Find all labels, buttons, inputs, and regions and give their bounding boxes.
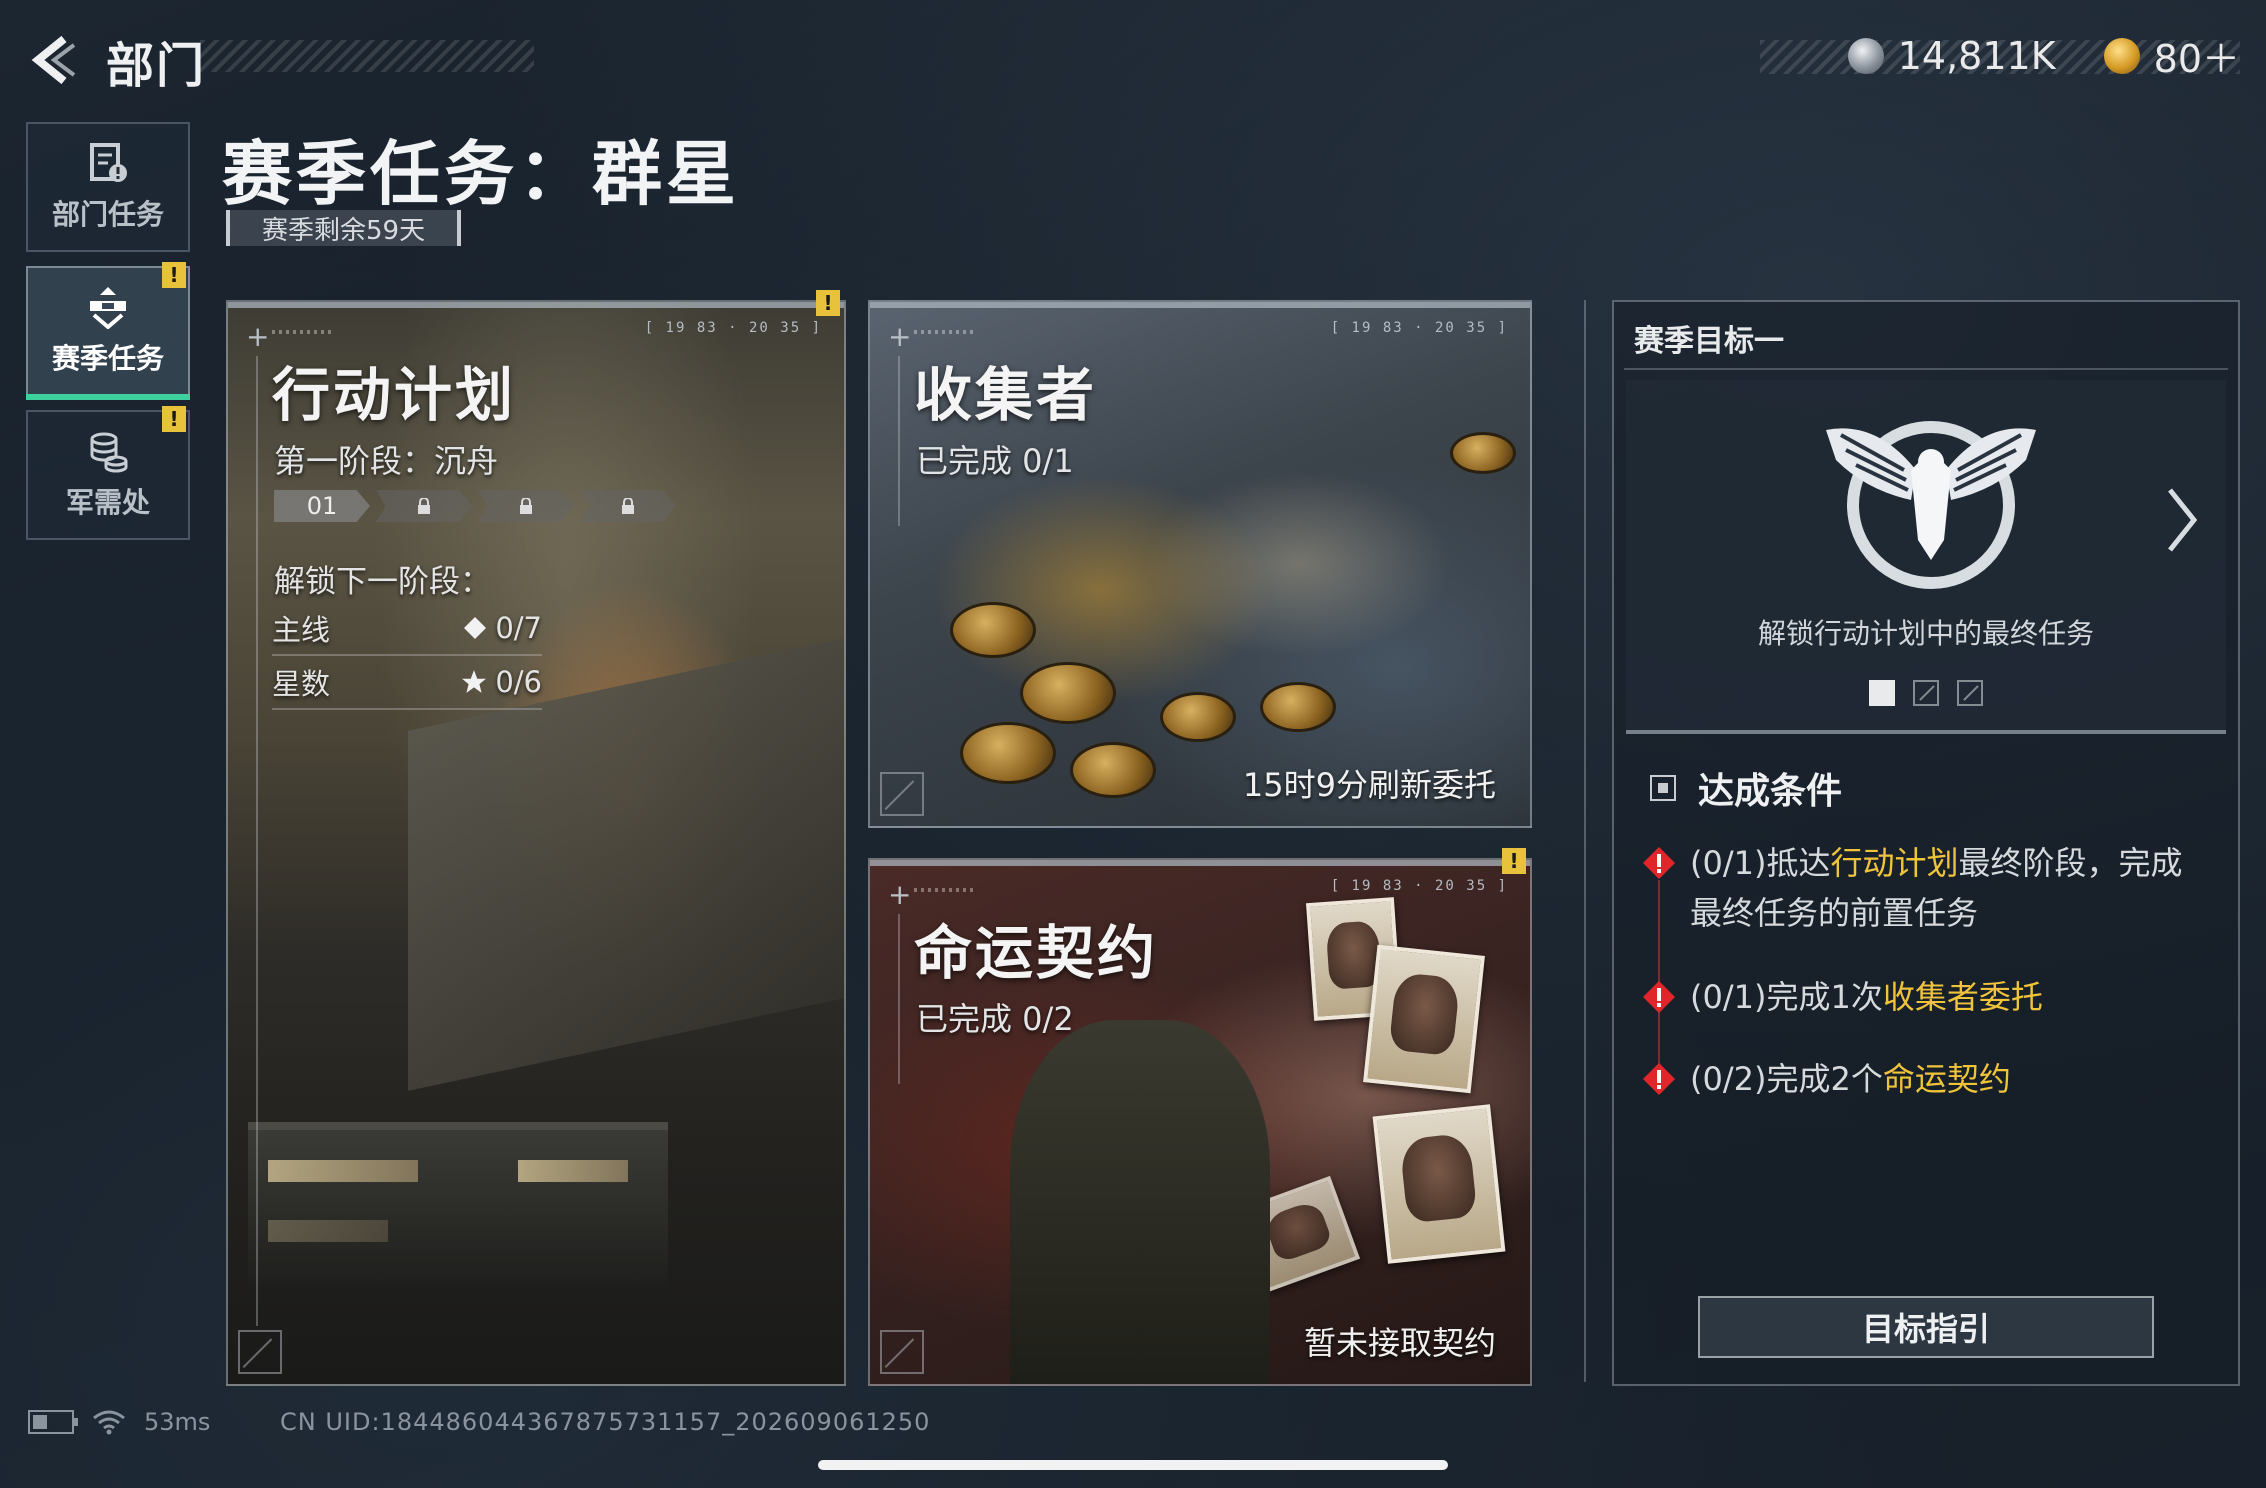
- silver-coin-amount: 14,811K: [1897, 33, 2056, 78]
- sidebar-item-department-tasks[interactable]: 部门任务: [26, 122, 190, 252]
- sidebar-item-label: 部门任务: [51, 198, 164, 231]
- corner-decoration: [238, 1330, 282, 1374]
- silver-coin-icon: [1847, 37, 1884, 74]
- chevron-left-icon: [31, 35, 76, 85]
- card-artwork: [248, 1122, 668, 1290]
- currency-bar: 14,811K 80＋: [1847, 28, 2240, 83]
- condition-item: (0/2)完成2个命运契约: [1642, 1054, 2202, 1104]
- card-coordinates: [ 19 83 · 20 35 ]: [1330, 320, 1508, 336]
- condition-text: (0/1)完成1次: [1690, 978, 1883, 1016]
- requirement-value: 0/6: [495, 665, 542, 699]
- requirement-stars: 星数 0/6: [272, 656, 542, 710]
- goal-preview: 解锁行动计划中的最终任务: [1626, 380, 2226, 734]
- alert-badge: !: [162, 262, 186, 288]
- warning-diamond-icon: [1643, 1063, 1675, 1095]
- requirement-label: 星数: [272, 667, 331, 701]
- plus-decoration-icon: +: [246, 320, 270, 353]
- contract-status: 暂未接取契约: [1303, 1324, 1496, 1362]
- goal-page-dot[interactable]: [1869, 680, 1895, 706]
- diamond-icon: [464, 617, 487, 639]
- destiny-contract-card[interactable]: + [ 19 83 · 20 35 ] 命运契约 已完成 0/2 暂未接取契约: [868, 858, 1532, 1386]
- season-goal-panel: 赛季目标一 解锁行动计划中的最终任务 达成条件 (0/1)抵达行动计划最终阶段，…: [1612, 300, 2240, 1386]
- season-title: 赛季任务：群星: [222, 133, 740, 215]
- corner-decoration: [880, 772, 924, 816]
- stage-locked: [376, 490, 472, 522]
- stage-current: 01: [274, 490, 370, 522]
- requirement-value: 0/7: [495, 611, 542, 645]
- operation-plan-card[interactable]: + [ 19 83 · 20 35 ] 行动计划 第一阶段：沉舟 01 解锁下一…: [226, 300, 846, 1386]
- user-uid: CN UID:18448604436787573​1157_2026090612…: [280, 1408, 931, 1436]
- stage-locked: [478, 490, 574, 522]
- condition-text: (0/2)完成2个: [1690, 1060, 1883, 1098]
- collector-card[interactable]: + [ 19 83 · 20 35 ] 收集者 已完成 0/1 15时9分刷新委…: [868, 300, 1532, 828]
- home-indicator[interactable]: [818, 1460, 1448, 1470]
- stage-locked: [580, 490, 676, 522]
- coin-stack-icon: [90, 432, 128, 473]
- requirement-main: 主线 0/7: [272, 602, 542, 656]
- condition-item: (0/1)完成1次收集者委托: [1642, 972, 2202, 1022]
- season-remaining-badge: 赛季剩余59天: [226, 210, 462, 246]
- alert-badge: !: [1502, 848, 1526, 874]
- goal-page-dot[interactable]: [1913, 680, 1939, 706]
- refresh-timer: 15时9分刷新委托: [1242, 766, 1496, 804]
- condition-item: (0/1)抵达行动计划最终阶段，完成最终任务的前置任务: [1642, 838, 2202, 938]
- gold-coin-icon: [2103, 37, 2140, 74]
- corner-decoration: [880, 1330, 924, 1374]
- lock-icon: [622, 498, 634, 514]
- card-subtitle: 第一阶段：沉舟: [274, 442, 499, 480]
- gold-coin-amount[interactable]: 80＋: [2154, 28, 2240, 83]
- back-button[interactable]: [26, 30, 80, 90]
- card-coordinates: [ 19 83 · 20 35 ]: [1330, 878, 1508, 894]
- alert-badge: !: [162, 406, 186, 432]
- card-subtitle: 已完成 0/2: [916, 1000, 1074, 1038]
- active-tab-indicator: [26, 394, 190, 400]
- star-icon: [462, 670, 487, 693]
- season-emblem-icon: [90, 287, 126, 329]
- goal-title: 赛季目标一: [1634, 324, 1784, 359]
- page-title: 部门: [106, 38, 207, 94]
- conditions-title: 达成条件: [1698, 771, 1843, 812]
- condition-highlight: 行动计划: [1830, 844, 1959, 882]
- plus-decoration-icon: +: [888, 878, 912, 911]
- sidebar-item-label: 军需处: [65, 486, 150, 519]
- goal-page-dot[interactable]: [1957, 680, 1983, 706]
- sidebar-item-label: 赛季任务: [51, 342, 164, 375]
- card-subtitle: 已完成 0/1: [916, 442, 1074, 480]
- divider: [1584, 300, 1586, 1382]
- alert-badge: !: [816, 290, 840, 316]
- checkbox-icon: [1650, 775, 1676, 801]
- condition-highlight: 命运契约: [1882, 1060, 2011, 1098]
- card-coordinates: [ 19 83 · 20 35 ]: [644, 320, 822, 336]
- warning-diamond-icon: [1643, 981, 1675, 1013]
- card-title: 行动计划: [272, 361, 517, 429]
- goal-pagination: [1626, 680, 2226, 706]
- wifi-icon: [93, 1410, 125, 1435]
- plus-decoration-icon: +: [888, 320, 912, 353]
- lock-icon: [418, 498, 430, 514]
- status-bar: 53ms: [28, 1408, 210, 1436]
- stage-progress: 01: [274, 490, 676, 522]
- lock-icon: [520, 498, 532, 514]
- card-title: 命运契约: [914, 919, 1159, 987]
- eagle-emblem-icon: [1826, 421, 2036, 589]
- requirement-label: 主线: [272, 613, 331, 647]
- warning-diamond-icon: [1643, 847, 1675, 879]
- unlock-next-stage-label: 解锁下一阶段：: [274, 564, 491, 600]
- header-decoration: [200, 40, 534, 72]
- goal-guide-button[interactable]: 目标指引: [1698, 1296, 2154, 1358]
- battery-icon: [28, 1410, 78, 1434]
- ping-value: 53ms: [144, 1408, 211, 1436]
- chevron-right-icon[interactable]: [2162, 480, 2202, 560]
- goal-description: 解锁行动计划中的最终任务: [1757, 617, 2094, 650]
- condition-text: (0/1)抵达: [1690, 844, 1831, 882]
- conditions-heading: 达成条件: [1650, 762, 1842, 814]
- condition-highlight: 收集者委托: [1882, 978, 2043, 1016]
- card-title: 收集者: [914, 361, 1098, 429]
- task-document-icon: [90, 143, 127, 182]
